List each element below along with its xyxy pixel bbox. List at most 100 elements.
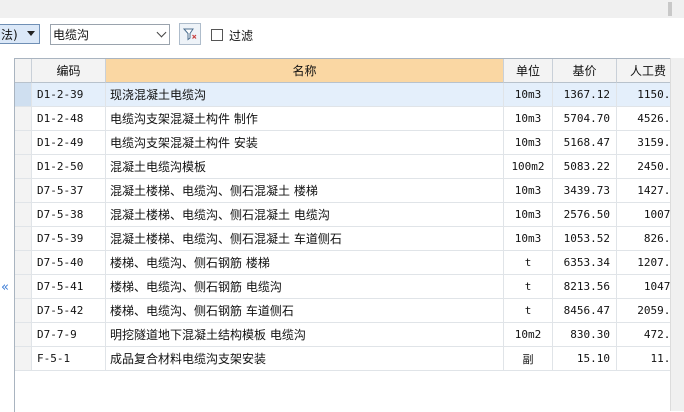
cell-code: D7-5-39 bbox=[32, 227, 106, 251]
row-header[interactable] bbox=[15, 323, 32, 347]
table-row[interactable]: D7-5-42 楼梯、电缆沟、侧石钢筋 车道侧石 t 8456.47 2059.… bbox=[15, 299, 671, 323]
cell-unit: 10m3 bbox=[504, 179, 553, 203]
cell-unit: 10m2 bbox=[504, 323, 553, 347]
cell-labor: 1150.3 bbox=[617, 83, 671, 107]
row-header[interactable] bbox=[15, 299, 32, 323]
row-header[interactable] bbox=[15, 227, 32, 251]
table-row[interactable]: D7-5-37 混凝土楼梯、电缆沟、侧石混凝土 楼梯 10m3 3439.73 … bbox=[15, 179, 671, 203]
row-header[interactable] bbox=[15, 203, 32, 227]
expand-left-icon[interactable]: « bbox=[1, 281, 9, 294]
column-header-price[interactable]: 基价 bbox=[553, 59, 617, 83]
table-row[interactable]: D7-5-41 楼梯、电缆沟、侧石钢筋 电缆沟 t 8213.56 1047. bbox=[15, 275, 671, 299]
quota-grid: 编码 名称 单位 基价 人工费 D1-2-39 现浇混凝土电缆沟 10m3 13… bbox=[14, 58, 671, 412]
cell-price: 1053.52 bbox=[553, 227, 617, 251]
cell-unit: 10m3 bbox=[504, 107, 553, 131]
keyword-input[interactable] bbox=[53, 26, 148, 43]
column-header-labor[interactable]: 人工费 bbox=[617, 59, 671, 83]
table-row[interactable]: D7-5-38 混凝土楼梯、电缆沟、侧石混凝土 电缆沟 10m3 2576.50… bbox=[15, 203, 671, 227]
cell-name: 混凝土楼梯、电缆沟、侧石混凝土 电缆沟 bbox=[106, 203, 504, 227]
cell-price: 5083.22 bbox=[553, 155, 617, 179]
chevron-down-icon[interactable] bbox=[156, 27, 167, 38]
cell-name: 电缆沟支架混凝土构件 制作 bbox=[106, 107, 504, 131]
dropdown-arrow-icon bbox=[27, 31, 35, 36]
cell-code: D7-5-40 bbox=[32, 251, 106, 275]
cell-name: 混凝土电缆沟模板 bbox=[106, 155, 504, 179]
table-row[interactable]: D7-5-39 混凝土楼梯、电缆沟、侧石混凝土 车道侧石 10m3 1053.5… bbox=[15, 227, 671, 251]
column-header-unit[interactable]: 单位 bbox=[504, 59, 553, 83]
table-row[interactable]: D1-2-48 电缆沟支架混凝土构件 制作 10m3 5704.70 4526.… bbox=[15, 107, 671, 131]
cell-code: D7-5-38 bbox=[32, 203, 106, 227]
table-row[interactable]: D1-2-39 现浇混凝土电缆沟 10m3 1367.12 1150.3 bbox=[15, 83, 671, 107]
row-header[interactable] bbox=[15, 251, 32, 275]
cell-labor: 1047. bbox=[617, 275, 671, 299]
cell-labor: 472.9 bbox=[617, 323, 671, 347]
cell-unit: 副 bbox=[504, 347, 553, 371]
top-strip bbox=[0, 0, 684, 19]
row-header[interactable] bbox=[15, 347, 32, 371]
cell-code: D7-5-41 bbox=[32, 275, 106, 299]
cell-name: 明挖隧道地下混凝土结构模板 电缆沟 bbox=[106, 323, 504, 347]
column-header-code[interactable]: 编码 bbox=[32, 59, 106, 83]
cell-labor: 1207.3 bbox=[617, 251, 671, 275]
row-header[interactable] bbox=[15, 155, 32, 179]
cell-price: 2576.50 bbox=[553, 203, 617, 227]
keyword-combobox[interactable] bbox=[50, 24, 170, 45]
top-scroll-nub bbox=[668, 2, 672, 16]
cell-price: 6353.34 bbox=[553, 251, 617, 275]
row-header[interactable] bbox=[15, 179, 32, 203]
grid-header-row: 编码 名称 单位 基价 人工费 bbox=[15, 59, 671, 83]
cell-code: D1-2-48 bbox=[32, 107, 106, 131]
cell-code: F-5-1 bbox=[32, 347, 106, 371]
cell-code: D1-2-49 bbox=[32, 131, 106, 155]
search-method-label: 法) bbox=[1, 27, 18, 42]
cell-labor: 1007. bbox=[617, 203, 671, 227]
cell-labor: 4526.3 bbox=[617, 107, 671, 131]
search-toolbar: 法) 过滤 bbox=[0, 18, 684, 56]
row-header[interactable] bbox=[15, 131, 32, 155]
table-row[interactable]: D1-2-50 混凝土电缆沟模板 100m2 5083.22 2450.3 bbox=[15, 155, 671, 179]
cell-name: 电缆沟支架混凝土构件 安装 bbox=[106, 131, 504, 155]
cell-unit: 10m3 bbox=[504, 83, 553, 107]
table-row[interactable]: D7-5-40 楼梯、电缆沟、侧石钢筋 楼梯 t 6353.34 1207.3 bbox=[15, 251, 671, 275]
filter-checkbox-group[interactable]: 过滤 bbox=[211, 27, 253, 43]
cell-name: 混凝土楼梯、电缆沟、侧石混凝土 车道侧石 bbox=[106, 227, 504, 251]
cell-unit: t bbox=[504, 275, 553, 299]
cell-labor: 1427.0 bbox=[617, 179, 671, 203]
cell-labor: 2059.8 bbox=[617, 299, 671, 323]
cell-name: 混凝土楼梯、电缆沟、侧石混凝土 楼梯 bbox=[106, 179, 504, 203]
cell-unit: t bbox=[504, 251, 553, 275]
cell-labor: 826.3 bbox=[617, 227, 671, 251]
cell-name: 现浇混凝土电缆沟 bbox=[106, 83, 504, 107]
cell-code: D7-7-9 bbox=[32, 323, 106, 347]
filter-button[interactable] bbox=[179, 23, 201, 45]
cell-code: D1-2-39 bbox=[32, 83, 106, 107]
table-row[interactable]: D1-2-49 电缆沟支架混凝土构件 安装 10m3 5168.47 3159.… bbox=[15, 131, 671, 155]
cell-labor: 11.3 bbox=[617, 347, 671, 371]
cell-price: 8456.47 bbox=[553, 299, 617, 323]
cell-unit: 10m3 bbox=[504, 131, 553, 155]
cell-code: D7-5-42 bbox=[32, 299, 106, 323]
table-row[interactable]: F-5-1 成品复合材料电缆沟支架安装 副 15.10 11.3 bbox=[15, 347, 671, 371]
table-row[interactable]: D7-7-9 明挖隧道地下混凝土结构模板 电缆沟 10m2 830.30 472… bbox=[15, 323, 671, 347]
filter-checkbox-label: 过滤 bbox=[229, 28, 254, 43]
row-header[interactable] bbox=[15, 83, 32, 107]
cell-code: D7-5-37 bbox=[32, 179, 106, 203]
row-header[interactable] bbox=[15, 107, 32, 131]
row-header[interactable] bbox=[15, 275, 32, 299]
cell-name: 楼梯、电缆沟、侧石钢筋 电缆沟 bbox=[106, 275, 504, 299]
column-header-name[interactable]: 名称 bbox=[106, 59, 504, 83]
cell-price: 15.10 bbox=[553, 347, 617, 371]
search-method-dropdown[interactable]: 法) bbox=[0, 24, 40, 44]
cell-labor: 2450.3 bbox=[617, 155, 671, 179]
cell-unit: 10m3 bbox=[504, 227, 553, 251]
cell-price: 830.30 bbox=[553, 323, 617, 347]
cell-name: 楼梯、电缆沟、侧石钢筋 楼梯 bbox=[106, 251, 504, 275]
cell-price: 8213.56 bbox=[553, 275, 617, 299]
cell-price: 5168.47 bbox=[553, 131, 617, 155]
left-gutter: « bbox=[0, 56, 14, 411]
vertical-scrollbar[interactable] bbox=[670, 58, 684, 411]
cell-unit: t bbox=[504, 299, 553, 323]
cell-unit: 100m2 bbox=[504, 155, 553, 179]
filter-checkbox[interactable] bbox=[211, 29, 223, 41]
funnel-icon bbox=[183, 28, 197, 41]
